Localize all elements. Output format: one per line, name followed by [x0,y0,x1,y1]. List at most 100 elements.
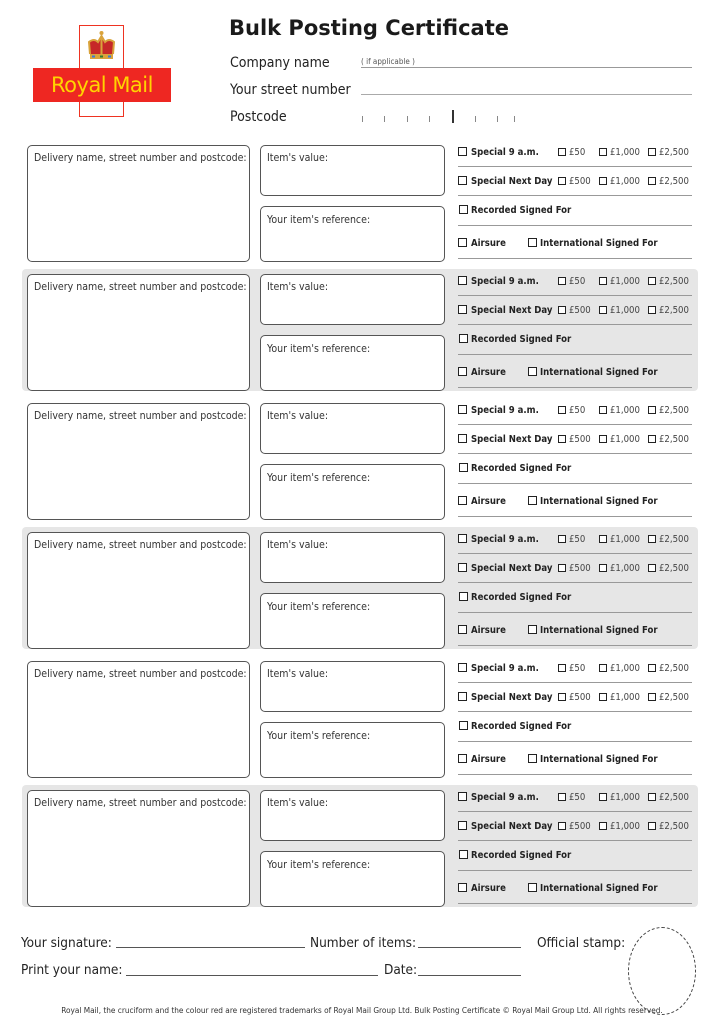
special-next-day-value-checkbox[interactable] [558,177,566,185]
item-reference-field[interactable]: Your item's reference: [260,593,445,649]
special-9am-value-checkbox[interactable] [599,793,607,801]
special-9am-value-label: £50 [569,534,586,545]
item-reference-field[interactable]: Your item's reference: [260,464,445,520]
special-next-day-value-checkbox[interactable] [648,822,656,830]
special-9am-value-checkbox[interactable] [648,793,656,801]
recorded-signed-for-checkbox[interactable] [459,592,468,601]
print-name-field[interactable] [126,975,378,976]
special-9am-checkbox[interactable] [458,276,467,285]
special-9am-value-checkbox[interactable] [558,277,566,285]
international-signed-for-checkbox[interactable] [528,883,537,892]
special-9am-value-checkbox[interactable] [558,535,566,543]
special-next-day-value-checkbox[interactable] [648,435,656,443]
item-reference-field[interactable]: Your item's reference: [260,206,445,262]
delivery-address-label: Delivery name, street number and postcod… [34,668,247,680]
special-next-day-value-checkbox[interactable] [558,564,566,572]
special-9am-value-checkbox[interactable] [648,535,656,543]
special-next-day-value-label: £500 [569,305,591,316]
international-signed-for-checkbox[interactable] [528,496,537,505]
special-9am-value-checkbox[interactable] [648,277,656,285]
special-9am-value-checkbox[interactable] [599,148,607,156]
special-next-day-value-checkbox[interactable] [599,177,607,185]
item-value-field[interactable]: Item's value: [260,274,445,325]
delivery-address-field[interactable]: Delivery name, street number and postcod… [27,790,250,907]
recorded-signed-for-checkbox[interactable] [459,205,468,214]
special-9am-value-checkbox[interactable] [599,406,607,414]
airsure-checkbox[interactable] [458,754,467,763]
street-number-field[interactable] [361,93,692,95]
recorded-signed-for-checkbox[interactable] [459,721,468,730]
delivery-address-field[interactable]: Delivery name, street number and postcod… [27,274,250,391]
special-next-day-value-checkbox[interactable] [648,693,656,701]
special-next-day-checkbox[interactable] [458,305,467,314]
number-of-items-field[interactable] [418,947,521,948]
special-next-day-value-checkbox[interactable] [648,564,656,572]
delivery-address-field[interactable]: Delivery name, street number and postcod… [27,661,250,778]
special-next-day-value-checkbox[interactable] [648,306,656,314]
recorded-signed-for-checkbox[interactable] [459,850,468,859]
international-signed-for-checkbox[interactable] [528,367,537,376]
date-field[interactable] [418,975,521,976]
item-value-field[interactable]: Item's value: [260,790,445,841]
airsure-checkbox[interactable] [458,238,467,247]
airsure-label: Airsure [471,496,506,507]
item-value-field[interactable]: Item's value: [260,403,445,454]
special-9am-value-checkbox[interactable] [599,664,607,672]
special-next-day-value-label: £2,500 [659,305,689,316]
special-next-day-value-checkbox[interactable] [599,435,607,443]
recorded-signed-for-checkbox[interactable] [459,334,468,343]
special-next-day-value-checkbox[interactable] [558,693,566,701]
airsure-checkbox[interactable] [458,625,467,634]
special-next-day-value-checkbox[interactable] [558,822,566,830]
special-next-day-checkbox[interactable] [458,692,467,701]
special-next-day-checkbox[interactable] [458,434,467,443]
airsure-checkbox[interactable] [458,496,467,505]
special-9am-value-checkbox[interactable] [558,148,566,156]
item-reference-field[interactable]: Your item's reference: [260,851,445,907]
international-signed-for-checkbox[interactable] [528,754,537,763]
postcode-field[interactable] [361,110,541,124]
recorded-signed-for-checkbox[interactable] [459,463,468,472]
special-9am-value-checkbox[interactable] [648,664,656,672]
special-9am-value-checkbox[interactable] [648,148,656,156]
delivery-address-field[interactable]: Delivery name, street number and postcod… [27,403,250,520]
recorded-signed-for-label: Recorded Signed For [471,463,572,474]
special-9am-value-checkbox[interactable] [599,535,607,543]
special-9am-checkbox[interactable] [458,663,467,672]
international-signed-for-checkbox[interactable] [528,238,537,247]
special-9am-value-checkbox[interactable] [599,277,607,285]
item-value-field[interactable]: Item's value: [260,145,445,196]
special-next-day-value-checkbox[interactable] [599,564,607,572]
special-next-day-checkbox[interactable] [458,176,467,185]
airsure-checkbox[interactable] [458,883,467,892]
airsure-checkbox[interactable] [458,367,467,376]
item-reference-field[interactable]: Your item's reference: [260,722,445,778]
special-9am-checkbox[interactable] [458,534,467,543]
delivery-address-field[interactable]: Delivery name, street number and postcod… [27,145,250,262]
item-reference-field[interactable]: Your item's reference: [260,335,445,391]
special-9am-value-checkbox[interactable] [558,406,566,414]
special-next-day-value-checkbox[interactable] [599,693,607,701]
company-name-field[interactable] [361,66,692,68]
special-next-day-value-checkbox[interactable] [558,435,566,443]
item-value-field[interactable]: Item's value: [260,661,445,712]
special-9am-checkbox[interactable] [458,147,467,156]
special-9am-checkbox[interactable] [458,405,467,414]
special-next-day-value-checkbox[interactable] [599,306,607,314]
special-next-day-value-label: £2,500 [659,434,689,445]
special-9am-value-checkbox[interactable] [558,793,566,801]
special-next-day-value-label: £500 [569,821,591,832]
special-9am-checkbox[interactable] [458,792,467,801]
international-signed-for-checkbox[interactable] [528,625,537,634]
signature-field[interactable] [116,947,305,948]
special-next-day-value-checkbox[interactable] [558,306,566,314]
special-9am-value-checkbox[interactable] [558,664,566,672]
item-value-field[interactable]: Item's value: [260,532,445,583]
special-9am-value-checkbox[interactable] [648,406,656,414]
delivery-address-field[interactable]: Delivery name, street number and postcod… [27,532,250,649]
special-next-day-value-checkbox[interactable] [648,177,656,185]
recorded-signed-for-label: Recorded Signed For [471,721,572,732]
special-next-day-value-checkbox[interactable] [599,822,607,830]
special-next-day-checkbox[interactable] [458,821,467,830]
special-next-day-checkbox[interactable] [458,563,467,572]
